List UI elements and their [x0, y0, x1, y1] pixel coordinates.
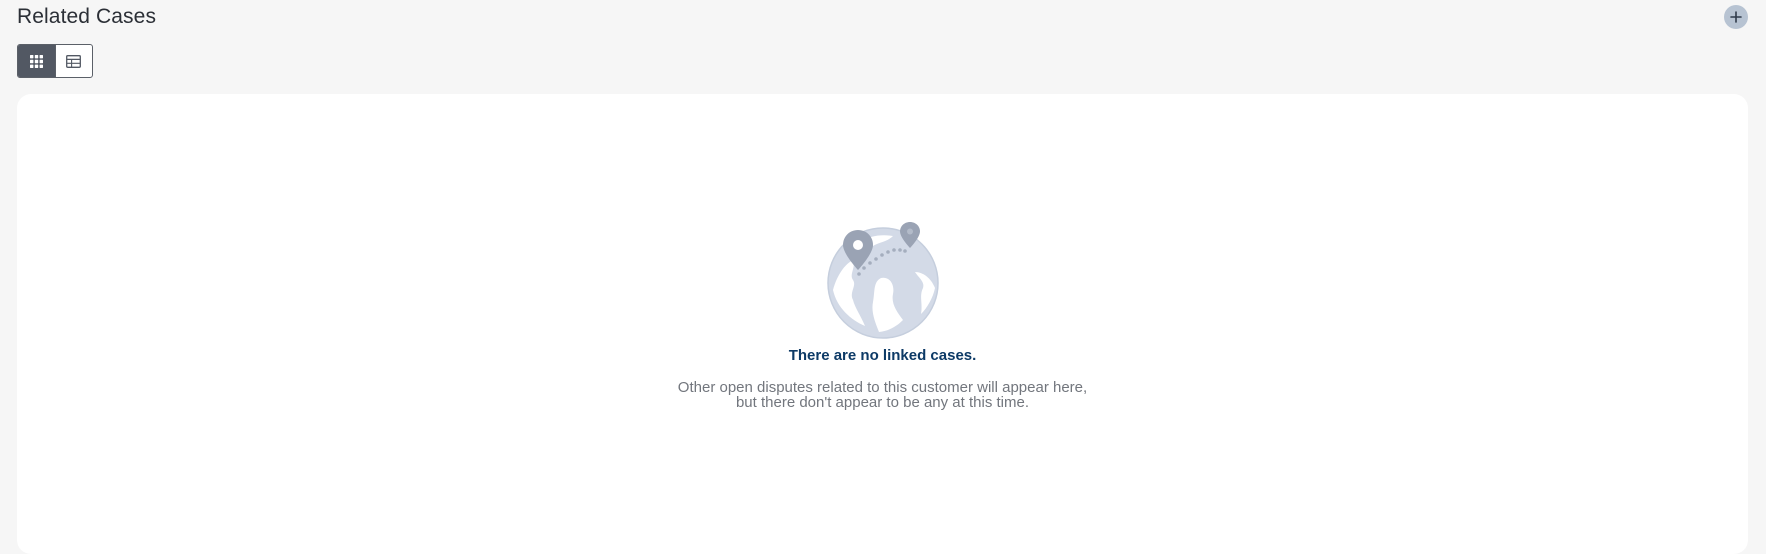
empty-state-description-line-2: but there don't appear to be any at this…	[735, 394, 1030, 411]
globe-with-pins-icon	[826, 222, 939, 339]
grid-view-button[interactable]	[18, 45, 55, 77]
add-related-case-button[interactable]	[1724, 5, 1748, 29]
view-toggle	[17, 44, 93, 78]
empty-state: There are no linked cases. Other open di…	[17, 220, 1748, 410]
empty-state-title: There are no linked cases.	[788, 347, 977, 364]
table-view-button[interactable]	[54, 45, 93, 77]
plus-icon	[1730, 11, 1742, 23]
empty-state-description-line-1: Other open disputes related to this cust…	[677, 379, 1088, 396]
empty-state-description: Other open disputes related to this cust…	[678, 380, 1087, 410]
table-icon	[66, 54, 82, 68]
page-title: Related Cases	[17, 5, 157, 28]
related-cases-panel: There are no linked cases. Other open di…	[17, 94, 1748, 554]
grid-icon	[29, 54, 43, 68]
